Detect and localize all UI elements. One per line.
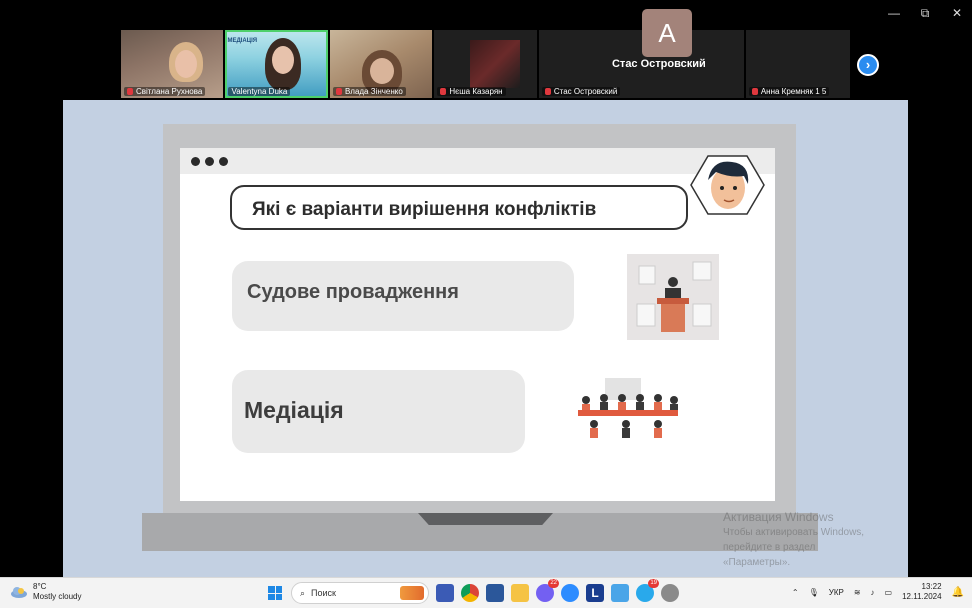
window-dots-icon	[191, 157, 228, 166]
shared-screen: Які є варіанти вирішення конфліктів Судо…	[63, 100, 908, 577]
temperature: 8°C	[33, 582, 47, 591]
participant-tile[interactable]: Влада Зінченко	[329, 30, 433, 98]
clock[interactable]: 13:22 12.11.2024	[902, 582, 941, 602]
volume-icon[interactable]: ♪	[871, 588, 875, 597]
participant-name: Valentyna Duka	[228, 87, 291, 96]
word-icon[interactable]	[486, 584, 504, 602]
next-page-button[interactable]: ›	[857, 54, 879, 76]
weather-text: Mostly cloudy	[33, 592, 82, 601]
search-icon: ⌕	[300, 587, 306, 598]
option-mediation: Медіація	[232, 370, 525, 453]
meeting-illustration	[578, 378, 678, 438]
start-button[interactable]	[266, 584, 284, 602]
muted-mic-icon	[127, 88, 133, 95]
microphone-icon[interactable]: 🎙	[809, 588, 819, 597]
participant-display-name: Стас Островский	[611, 58, 706, 70]
participant-name: Анна Кремняк 1 5	[748, 87, 830, 96]
window-controls: — ⧉ ✕	[888, 6, 962, 21]
browser-bar	[180, 148, 775, 174]
minimize-button[interactable]: —	[888, 6, 900, 21]
question-title: Які є варіанти вирішення конфліктів	[230, 185, 688, 230]
participant-tile[interactable]: Світлана Рухнова	[121, 30, 224, 98]
cloud-icon	[11, 587, 27, 598]
weather-widget[interactable]: 8°C Mostly cloudy	[10, 582, 81, 602]
telegram-icon[interactable]: 19	[636, 579, 659, 602]
background-title: МЕДІАЦІЯ	[227, 38, 258, 44]
participant-tile[interactable]: Нєша Казарян	[434, 30, 537, 98]
court-illustration	[627, 254, 719, 340]
windows-activation-watermark: Активация Windows Чтобы активировать Win…	[723, 510, 865, 568]
participant-name: Світлана Рухнова	[124, 87, 206, 96]
participant-face	[175, 50, 197, 78]
participant-face	[369, 58, 394, 84]
muted-mic-icon	[335, 88, 342, 95]
zoom-meeting-window: — ⧉ ✕ Світлана Рухнова МЕДІАЦІЯ Valentyn…	[0, 0, 972, 608]
muted-mic-icon	[544, 88, 551, 95]
save-app-icon[interactable]	[436, 584, 454, 602]
slide: Які є варіанти вирішення конфліктів Судо…	[180, 148, 775, 501]
zoom-icon[interactable]	[561, 584, 579, 602]
wifi-icon[interactable]: ≋	[854, 588, 861, 597]
photos-icon[interactable]	[611, 584, 629, 602]
file-explorer-icon[interactable]	[511, 584, 529, 602]
viber-icon[interactable]: 22	[536, 579, 559, 602]
option-court: Судове провадження	[232, 261, 574, 331]
participant-photo	[470, 40, 521, 88]
laptop-notch	[418, 513, 553, 525]
participant-tile[interactable]: Анна Кремняк 1 5	[745, 30, 850, 98]
muted-mic-icon	[440, 88, 447, 95]
chevron-up-icon[interactable]: ⌃	[792, 588, 799, 597]
participant-name: Стас Островский	[541, 87, 621, 96]
search-input[interactable]: ⌕ Поиск	[291, 582, 429, 604]
language-indicator[interactable]: УКР	[829, 588, 844, 597]
search-highlight-icon	[400, 586, 424, 600]
participant-tile-active[interactable]: МЕДІАЦІЯ Valentyna Duka	[225, 30, 328, 98]
person-avatar-icon	[690, 155, 765, 215]
taskbar-apps: ⌕ Поиск 22 L 19	[266, 579, 679, 604]
settings-gear-icon[interactable]	[661, 584, 679, 602]
close-button[interactable]: ✕	[952, 6, 962, 21]
windows-taskbar: 8°C Mostly cloudy ⌕ Поиск 22 L 19 ⌃ 🎙 УК…	[0, 577, 972, 608]
muted-mic-icon	[751, 88, 758, 95]
restore-button[interactable]: ⧉	[920, 6, 930, 21]
l-app-icon[interactable]: L	[586, 584, 604, 602]
notification-bell-icon[interactable]: 🔔	[952, 587, 964, 598]
participant-name: Нєша Казарян	[437, 87, 506, 96]
battery-icon[interactable]: ▭	[885, 588, 893, 597]
participant-strip: Світлана Рухнова МЕДІАЦІЯ Valentyna Duka…	[121, 30, 850, 98]
system-tray: ⌃ 🎙 УКР ≋ ♪ ▭ 13:22 12.11.2024 🔔	[792, 582, 964, 602]
participant-avatar: A	[642, 9, 692, 57]
participant-name: Влада Зінченко	[332, 87, 406, 96]
chrome-icon[interactable]	[461, 584, 479, 602]
